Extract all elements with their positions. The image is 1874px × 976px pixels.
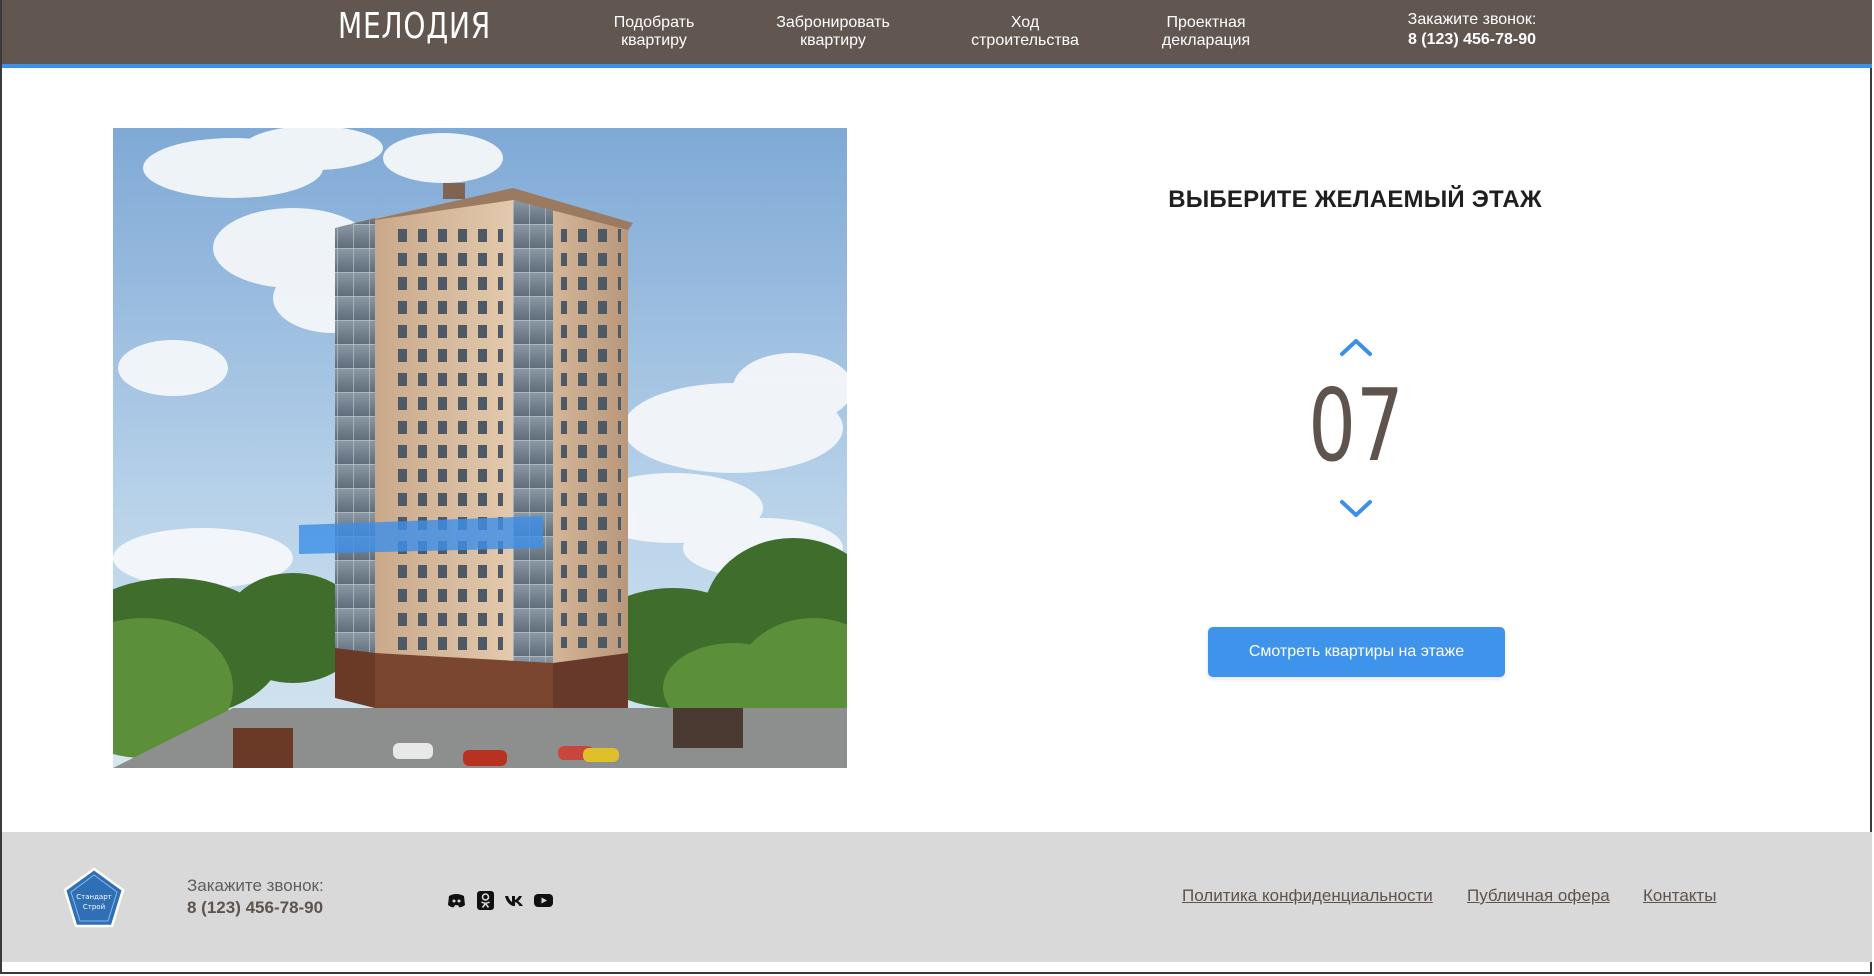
header-callback[interactable]: Закажите звонок: 8 (123) 456-78-90 <box>1382 10 1562 50</box>
footer-callback[interactable]: Закажите звонок: 8 (123) 456-78-90 <box>187 876 324 920</box>
public-offer-link[interactable]: Публичная офера <box>1467 886 1610 906</box>
footer-callback-phone[interactable]: 8 (123) 456-78-90 <box>187 896 324 920</box>
odnoklassniki-icon[interactable] <box>475 890 496 911</box>
header-callback-phone[interactable]: 8 (123) 456-78-90 <box>1382 30 1562 50</box>
header-accent-line <box>2 64 1872 68</box>
header-callback-label: Закажите звонок: <box>1407 11 1537 28</box>
privacy-policy-link[interactable]: Политика конфиденциальности <box>1182 886 1433 906</box>
floor-number-display: 07 <box>1308 367 1404 484</box>
social-links <box>446 890 554 911</box>
footer-callback-label: Закажите звонок: <box>187 876 324 895</box>
vk-icon[interactable] <box>504 890 525 911</box>
view-floor-apartments-button[interactable]: Смотреть квартиры на этаже <box>1208 627 1505 677</box>
footer: Стандарт Строй Закажите звонок: 8 (123) … <box>2 832 1872 962</box>
floor-selector-title: ВЫБЕРИТЕ ЖЕЛАЕМЫЙ ЭТАЖ <box>1168 186 1542 213</box>
nav-choose-apartment[interactable]: Подобрать квартиру <box>579 14 729 50</box>
contacts-link[interactable]: Контакты <box>1643 886 1716 906</box>
building-illustration <box>113 128 847 768</box>
discord-icon[interactable] <box>446 890 467 911</box>
building-render[interactable] <box>113 128 847 768</box>
company-logo[interactable]: Стандарт Строй <box>62 866 126 930</box>
svg-text:Строй: Строй <box>83 903 105 911</box>
youtube-icon[interactable] <box>533 890 554 911</box>
nav-book-apartment[interactable]: Забронировать квартиру <box>758 14 908 50</box>
site-logo[interactable]: МЕЛОДИЯ <box>338 6 491 47</box>
nav-project-declaration[interactable]: Проектная декларация <box>1131 14 1281 50</box>
floor-up-arrow-icon[interactable] <box>1338 336 1374 360</box>
floor-down-arrow-icon[interactable] <box>1338 496 1374 520</box>
svg-text:Стандарт: Стандарт <box>76 893 111 901</box>
nav-construction-progress[interactable]: Ход строительства <box>950 14 1100 50</box>
top-header: МЕЛОДИЯ Подобрать квартиру Забронировать… <box>2 0 1872 64</box>
